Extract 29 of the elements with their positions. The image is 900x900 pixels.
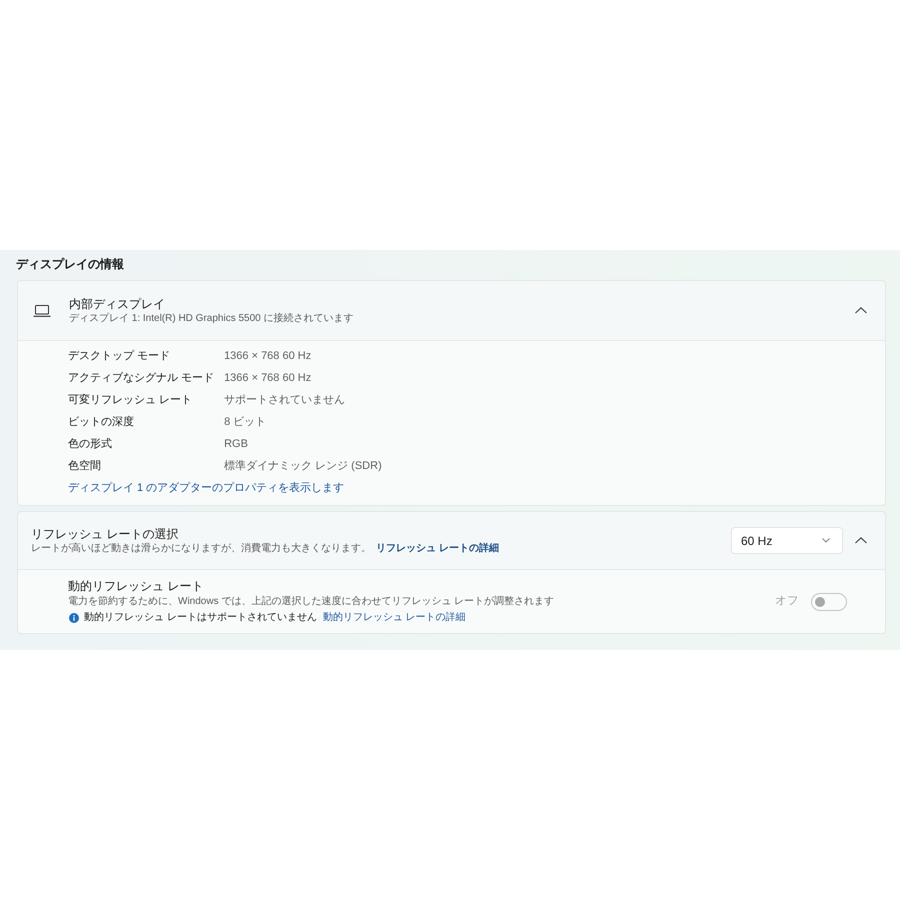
- chevron-up-icon: [855, 307, 867, 314]
- setting-description: 電力を節約するために、Windows では、上記の選択した速度に合わせてリフレッシュ レートが調整されます: [68, 594, 554, 608]
- info-message: 動的リフレッシュ レートはサポートされていません: [84, 611, 317, 625]
- card-title: リフレッシュ レートの選択: [31, 526, 178, 542]
- card-subtitle: レートが高いほど動きは滑らかになりますが、消費電力も大きくなります。: [31, 542, 371, 556]
- property-value: 標準ダイナミック レンジ (SDR): [224, 459, 382, 474]
- toggle-state-label: オフ: [775, 594, 799, 609]
- property-label: ビットの深度: [68, 414, 135, 430]
- section-title: ディスプレイの情報: [16, 256, 124, 272]
- card-subtitle: ディスプレイ 1: Intel(R) HD Graphics 5500 に接続されています: [69, 312, 354, 326]
- property-label: 可変リフレッシュ レート: [68, 392, 194, 408]
- setting-title: 動的リフレッシュ レート: [68, 578, 204, 594]
- refresh-rate-dropdown[interactable]: 60 Hz: [731, 527, 843, 554]
- property-value: 1366 × 768 60 Hz: [224, 349, 312, 364]
- property-value: RGB: [224, 437, 248, 452]
- property-value: サポートされていません: [224, 393, 346, 408]
- learn-more-link[interactable]: リフレッシュ レートの詳細: [376, 542, 499, 556]
- info-icon: [69, 612, 79, 622]
- laptop-icon: [33, 304, 51, 316]
- card-title: 内部ディスプレイ: [69, 296, 165, 312]
- property-label: 色の形式: [68, 437, 113, 452]
- adapter-properties-link[interactable]: ディスプレイ 1 のアダプターのプロパティを表示します: [68, 480, 344, 496]
- dropdown-chevron-icon: [822, 538, 830, 543]
- chevron-up-icon: [855, 537, 867, 544]
- property-label: アクティブなシグナル モード: [68, 370, 214, 386]
- property-value: 8 ビット: [224, 415, 266, 430]
- property-label: デスクトップ モード: [68, 348, 172, 364]
- property-label: 色空間: [68, 458, 102, 474]
- property-value: 1366 × 768 60 Hz: [224, 371, 312, 386]
